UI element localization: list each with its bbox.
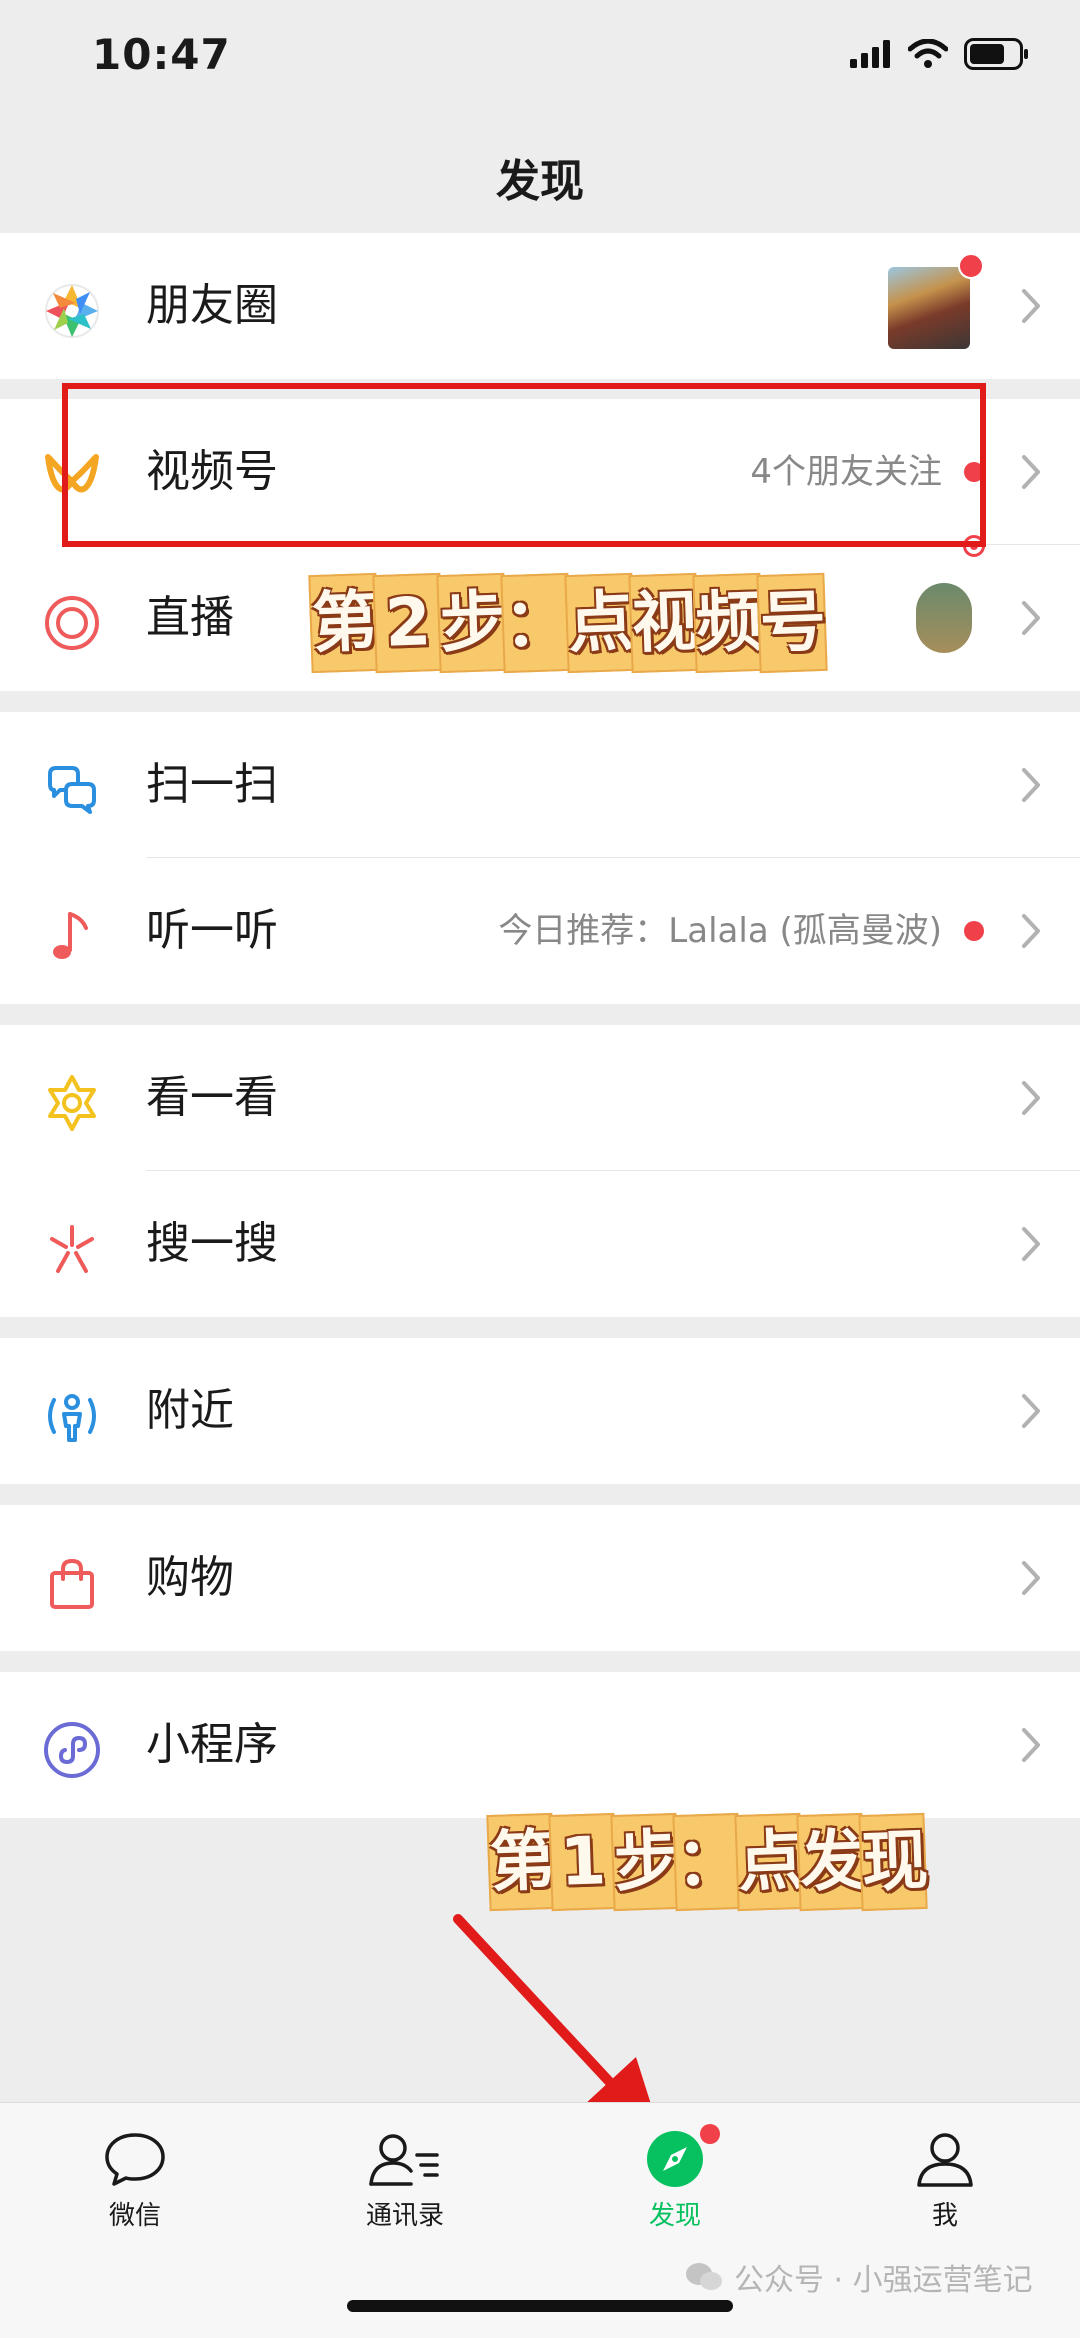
music-note-icon (53, 912, 88, 959)
chevron-right-icon (1022, 1081, 1040, 1115)
chat-bubble-icon (105, 2133, 165, 2186)
cell-top-stories[interactable]: 看一看 (0, 1025, 1080, 1171)
group-scan-listen: 扫一扫 听一听 今日推荐：Lalala (孤高曼波) (0, 712, 1080, 1004)
annotation-char: 频 (692, 572, 764, 674)
tab-label: 发现 (648, 2201, 701, 2231)
annotation-char: 点 (564, 572, 636, 674)
cell-scan[interactable]: 扫一扫 (0, 712, 1080, 858)
mini-program-icon (44, 1722, 100, 1778)
cell-moments[interactable]: 朋友圈 (0, 233, 1080, 379)
cell-label: 看一看 (146, 1072, 278, 1123)
live-thumbnail (916, 583, 972, 653)
listen-detail: 今日推荐：Lalala (孤高曼波) (498, 911, 942, 951)
chevron-right-icon (1022, 601, 1040, 635)
annotation-char: ： (672, 1812, 743, 1912)
moments-badge-dot (958, 253, 984, 279)
tab-label: 通讯录 (365, 2201, 444, 2231)
cellular-signal-icon (850, 40, 890, 68)
scan-icon (48, 766, 96, 814)
cell-label: 听一听 (146, 905, 278, 956)
cell-label: 搜一搜 (146, 1218, 278, 1269)
cell-shopping[interactable]: 购物 (0, 1505, 1080, 1651)
tab-label: 我 (931, 2201, 958, 2231)
annotation-char: 号 (756, 572, 828, 674)
battery-icon (964, 38, 1028, 70)
annotation-char: 点 (734, 1812, 805, 1912)
status-bar: 10:47 (0, 0, 1080, 120)
moments-aperture-icon (45, 284, 99, 338)
live-icon (45, 596, 99, 650)
page-title: 发现 (496, 156, 584, 207)
annotation-char: 步 (610, 1812, 681, 1912)
cell-label: 直播 (146, 592, 234, 643)
group-stories-search: 看一看 搜一搜 (0, 1025, 1080, 1317)
cell-nearby[interactable]: 附近 (0, 1338, 1080, 1484)
shopping-bag-icon (50, 1558, 94, 1609)
tab-chats[interactable]: 微信 (45, 2129, 225, 2232)
home-indicator (347, 2300, 733, 2312)
annotation-char: ： (500, 572, 572, 674)
nearby-icon (48, 1394, 96, 1442)
chevron-right-icon (1022, 768, 1040, 802)
chevron-right-icon (1022, 1561, 1040, 1595)
group-moments: 朋友圈 (0, 233, 1080, 379)
tab-label: 微信 (108, 2201, 161, 2231)
cell-label: 附近 (146, 1385, 234, 1436)
me-person-icon (917, 2133, 973, 2187)
chevron-right-icon (1022, 914, 1040, 948)
chevron-right-icon (1022, 1394, 1040, 1428)
status-icons (850, 38, 1030, 70)
cell-mini-programs[interactable]: 小程序 (0, 1672, 1080, 1818)
wechat-logo-icon (686, 2263, 722, 2290)
cell-search[interactable]: 搜一搜 (0, 1171, 1080, 1317)
watermark: 公众号 · 小强运营笔记 (684, 2255, 1033, 2299)
top-stories-icon (48, 1075, 96, 1131)
cell-listen[interactable]: 听一听 今日推荐：Lalala (孤高曼波) (0, 858, 1080, 1004)
chevron-right-icon (1022, 1728, 1040, 1762)
annotation-step-1: 第 1 步 ： 点 发 现 (486, 1812, 929, 1912)
discover-badge-dot (700, 2124, 720, 2144)
watermark-text: 公众号 · 小强运营笔记 (734, 2263, 1033, 2298)
cell-label: 小程序 (146, 1719, 278, 1770)
annotation-char: 现 (858, 1812, 929, 1912)
tab-discover[interactable]: 发现 (585, 2129, 765, 2232)
chevron-right-icon (1022, 1227, 1040, 1261)
wifi-icon (908, 39, 948, 68)
chevron-right-icon (1022, 289, 1040, 323)
moments-thumbnail (888, 267, 970, 349)
annotation-char: 2 (372, 572, 444, 674)
annotation-char: 步 (436, 572, 508, 674)
annotation-step-2: 第 2 步 ： 点 视 频 号 (308, 572, 828, 674)
cell-label: 朋友圈 (146, 280, 278, 331)
status-time: 10:47 (92, 30, 231, 79)
listen-badge-dot (964, 921, 984, 941)
discover-compass-icon (647, 2131, 703, 2187)
cell-label: 扫一扫 (146, 759, 278, 810)
annotation-char: 第 (486, 1812, 557, 1912)
chevron-right-icon (1022, 455, 1040, 489)
group-nearby: 附近 (0, 1338, 1080, 1484)
tab-me[interactable]: 我 (855, 2129, 1035, 2232)
contacts-icon (369, 2134, 439, 2186)
annotation-char: 1 (548, 1812, 618, 1912)
channels-highlight-box (62, 383, 986, 547)
group-shopping: 购物 (0, 1505, 1080, 1651)
annotation-char: 第 (308, 572, 380, 674)
search-star-icon (50, 1225, 94, 1273)
annotation-char: 发 (796, 1812, 867, 1912)
group-mini-programs: 小程序 (0, 1672, 1080, 1818)
annotation-char: 视 (628, 572, 700, 674)
cell-label: 购物 (146, 1552, 234, 1603)
tab-contacts[interactable]: 通讯录 (315, 2129, 495, 2232)
